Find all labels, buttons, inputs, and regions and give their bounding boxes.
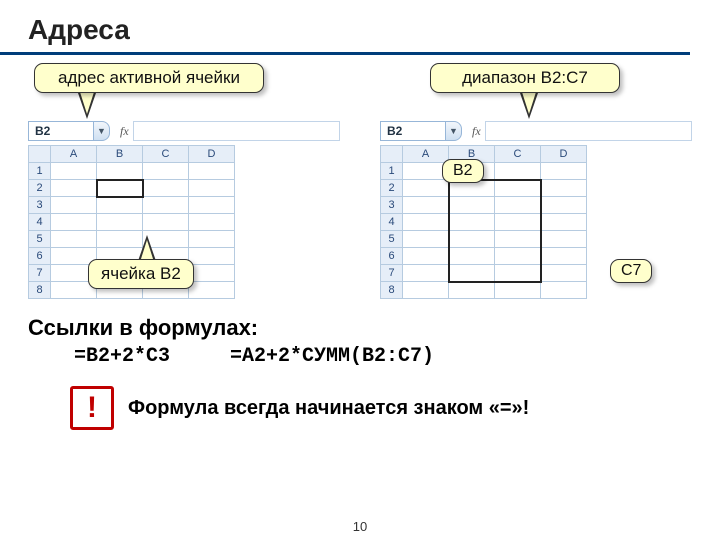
active-cell[interactable] <box>97 180 143 197</box>
callout-tail <box>138 235 156 261</box>
row-header[interactable]: 7 <box>381 265 403 282</box>
warning-icon: ! <box>70 386 114 430</box>
name-box-dropdown[interactable]: ▼ <box>446 121 462 141</box>
row-header[interactable]: 8 <box>29 282 51 299</box>
row-header[interactable]: 7 <box>29 265 51 282</box>
fx-label: fx <box>472 124 481 139</box>
callout-tail <box>520 93 538 119</box>
warning-row: ! Формула всегда начинается знаком «=»! <box>70 386 720 430</box>
page-title: Адреса <box>0 0 690 55</box>
formula-1: =B2+2*C3 <box>74 345 170 368</box>
example-right: диапазон B2:C7 B2 ▼ fx A B C D 1 2 3 4 5… <box>380 69 692 299</box>
corner[interactable] <box>29 146 51 163</box>
row-header[interactable]: 2 <box>29 180 51 197</box>
corner[interactable] <box>381 146 403 163</box>
row-header[interactable]: 6 <box>381 248 403 265</box>
formula-2: =A2+2*СУММ(B2:C7) <box>230 345 434 368</box>
row-header[interactable]: 6 <box>29 248 51 265</box>
col-header[interactable]: B <box>97 146 143 163</box>
name-box[interactable]: B2 <box>28 121 94 141</box>
row-header[interactable]: 3 <box>381 197 403 214</box>
row-header[interactable]: 2 <box>381 180 403 197</box>
col-header[interactable]: C <box>495 146 541 163</box>
formula-bar[interactable] <box>485 121 692 141</box>
col-header[interactable]: D <box>541 146 587 163</box>
callout-c7: C7 <box>610 259 652 283</box>
row-header[interactable]: 3 <box>29 197 51 214</box>
col-header[interactable]: C <box>143 146 189 163</box>
name-box[interactable]: B2 <box>380 121 446 141</box>
col-header[interactable]: A <box>403 146 449 163</box>
range-cell[interactable] <box>495 180 541 197</box>
callout-cell-b2: ячейка B2 <box>88 259 194 289</box>
name-box-dropdown[interactable]: ▼ <box>94 121 110 141</box>
callout-active-address: адрес активной ячейки <box>34 63 264 93</box>
page-number: 10 <box>0 519 720 534</box>
callout-tail <box>78 93 96 119</box>
row-header[interactable]: 5 <box>29 231 51 248</box>
row-header[interactable]: 1 <box>29 163 51 180</box>
links-heading: Ссылки в формулах: <box>28 315 692 341</box>
row-header[interactable]: 5 <box>381 231 403 248</box>
formula-bar[interactable] <box>133 121 340 141</box>
callout-b2: B2 <box>442 159 484 183</box>
links-section: Ссылки в формулах: =B2+2*C3 =A2+2*СУММ(B… <box>0 299 720 368</box>
row-header[interactable]: 4 <box>381 214 403 231</box>
fx-label: fx <box>120 124 129 139</box>
example-left: адрес активной ячейки B2 ▼ fx A B C D 1 … <box>28 69 340 299</box>
row-header[interactable]: 8 <box>381 282 403 299</box>
col-header[interactable]: D <box>189 146 235 163</box>
row-header[interactable]: 1 <box>381 163 403 180</box>
row-header[interactable]: 4 <box>29 214 51 231</box>
warning-text: Формула всегда начинается знаком «=»! <box>128 397 529 420</box>
name-bar-right: B2 ▼ fx <box>380 121 692 141</box>
name-bar-left: B2 ▼ fx <box>28 121 340 141</box>
col-header[interactable]: A <box>51 146 97 163</box>
callout-range: диапазон B2:C7 <box>430 63 620 93</box>
